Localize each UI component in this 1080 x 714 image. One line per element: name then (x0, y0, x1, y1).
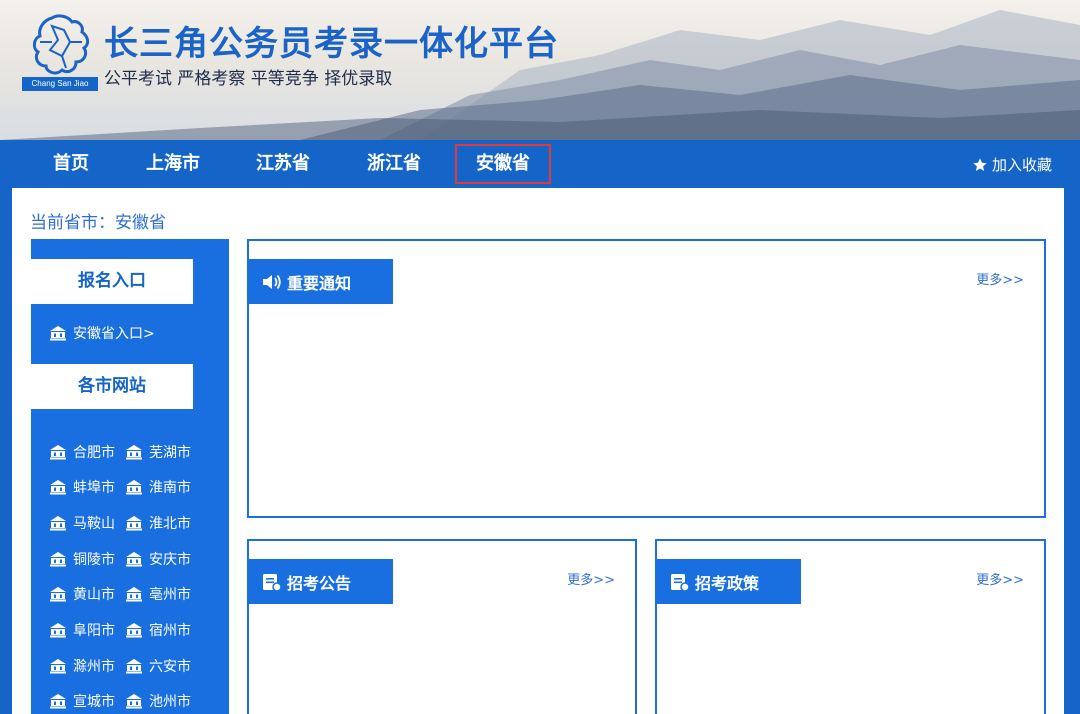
city-name: 亳州市 (149, 587, 191, 603)
announcement-tab: 招考公告 (249, 559, 393, 604)
announcement-more-link[interactable]: 更多>> (567, 569, 615, 588)
city-name: 芜湖市 (149, 445, 191, 461)
add-favorite-label: 加入收藏 (991, 156, 1052, 174)
city-link[interactable]: 池州市 (125, 691, 191, 711)
city-name: 滁州市 (73, 659, 115, 675)
policy-title: 招考政策 (695, 573, 760, 593)
city-row: 黄山市 亳州市 (49, 584, 191, 604)
government-building-icon (126, 552, 142, 567)
city-link[interactable]: 亳州市 (125, 584, 191, 604)
city-name: 黄山市 (73, 587, 115, 603)
government-building-icon (50, 659, 66, 674)
government-building-icon (50, 480, 66, 495)
notice-panel: 重要通知 更多>> (247, 239, 1046, 518)
header-banner: Chang San Jiao 长三角公务员考录一体化平台 公平考试 严格考察 平… (0, 0, 1080, 140)
government-building-icon (50, 326, 66, 341)
city-row: 阜阳市 宿州市 (49, 620, 191, 640)
city-link[interactable]: 蚌埠市 (49, 477, 115, 497)
nav-anhui[interactable]: 安徽省 (455, 144, 551, 184)
nav-zhejiang[interactable]: 浙江省 (363, 144, 425, 184)
government-building-icon (126, 445, 142, 460)
nav-jiangsu[interactable]: 江苏省 (252, 144, 314, 184)
government-building-icon (126, 659, 142, 674)
site-slogan: 公平考试 严格考察 平等竞争 择优录取 (104, 69, 393, 89)
register-section-title: 报名入口 (31, 259, 193, 304)
notice-title: 重要通知 (287, 273, 352, 293)
policy-tab: 招考政策 (657, 559, 801, 604)
logo-caption: Chang San Jiao (22, 77, 98, 91)
notice-tab: 重要通知 (249, 259, 393, 304)
city-link[interactable]: 淮南市 (125, 477, 191, 497)
city-link[interactable]: 黄山市 (49, 584, 115, 604)
government-building-icon (126, 694, 142, 709)
city-link[interactable]: 滁州市 (49, 656, 115, 676)
document-icon (671, 573, 690, 592)
city-row: 合肥市 芜湖市 (49, 442, 191, 462)
nav-shanghai[interactable]: 上海市 (142, 144, 204, 184)
city-row: 宣城市 池州市 (49, 691, 191, 711)
city-link[interactable]: 阜阳市 (49, 620, 115, 640)
city-name: 铜陵市 (73, 552, 115, 568)
announcement-title: 招考公告 (287, 573, 352, 593)
government-building-icon (50, 587, 66, 602)
city-name: 蚌埠市 (73, 480, 115, 496)
main-nav: 首页 上海市 江苏省 浙江省 安徽省 加入收藏 (0, 140, 1080, 188)
government-building-icon (50, 552, 66, 567)
city-name: 安庆市 (149, 552, 191, 568)
government-building-icon (50, 516, 66, 531)
government-building-icon (50, 445, 66, 460)
city-name: 阜阳市 (73, 623, 115, 639)
city-link[interactable]: 宿州市 (125, 620, 191, 640)
government-building-icon (50, 694, 66, 709)
policy-panel: 招考政策 更多>> (655, 539, 1046, 714)
city-link[interactable]: 合肥市 (49, 442, 115, 462)
government-building-icon (50, 623, 66, 638)
city-row: 蚌埠市 淮南市 (49, 477, 191, 497)
content-area: 当前省市：安徽省 报名入口 安徽省入口> 各市网站 合肥市 芜湖市 蚌埠市 淮南… (12, 188, 1064, 714)
city-name: 淮北市 (149, 516, 191, 532)
city-name: 池州市 (149, 694, 191, 710)
add-favorite-link[interactable]: 加入收藏 (972, 154, 1052, 175)
anhui-register-link[interactable]: 安徽省入口> (49, 323, 155, 343)
policy-more-link[interactable]: 更多>> (976, 569, 1024, 588)
government-building-icon (126, 516, 142, 531)
city-row: 马鞍山 淮北市 (49, 513, 191, 533)
city-name: 宣城市 (73, 694, 115, 710)
city-name: 六安市 (149, 659, 191, 675)
announcement-panel: 招考公告 更多>> (247, 539, 637, 714)
city-name: 合肥市 (73, 445, 115, 461)
nav-home[interactable]: 首页 (50, 144, 92, 184)
government-building-icon (126, 587, 142, 602)
site-title: 长三角公务员考录一体化平台 (104, 24, 559, 64)
city-link[interactable]: 淮北市 (125, 513, 191, 533)
city-row: 铜陵市 安庆市 (49, 549, 191, 569)
city-link[interactable]: 安庆市 (125, 549, 191, 569)
notice-more-link[interactable]: 更多>> (976, 269, 1024, 288)
anhui-register-link-label: 安徽省入口> (73, 326, 155, 342)
government-building-icon (126, 623, 142, 638)
city-link[interactable]: 铜陵市 (49, 549, 115, 569)
speaker-icon (263, 274, 281, 289)
document-icon (263, 573, 282, 592)
city-link[interactable]: 六安市 (125, 656, 191, 676)
city-name: 宿州市 (149, 623, 191, 639)
star-icon (973, 157, 987, 171)
city-row: 滁州市 六安市 (49, 656, 191, 676)
city-name: 马鞍山 (73, 516, 115, 532)
breadcrumb: 当前省市：安徽省 (30, 213, 166, 233)
sidebar: 报名入口 安徽省入口> 各市网站 合肥市 芜湖市 蚌埠市 淮南市 马鞍山 淮北市 (31, 239, 229, 714)
city-link[interactable]: 芜湖市 (125, 442, 191, 462)
city-link[interactable]: 宣城市 (49, 691, 115, 711)
city-sites-title: 各市网站 (31, 364, 193, 409)
city-link[interactable]: 马鞍山 (49, 513, 115, 533)
city-name: 淮南市 (149, 480, 191, 496)
government-building-icon (126, 480, 142, 495)
